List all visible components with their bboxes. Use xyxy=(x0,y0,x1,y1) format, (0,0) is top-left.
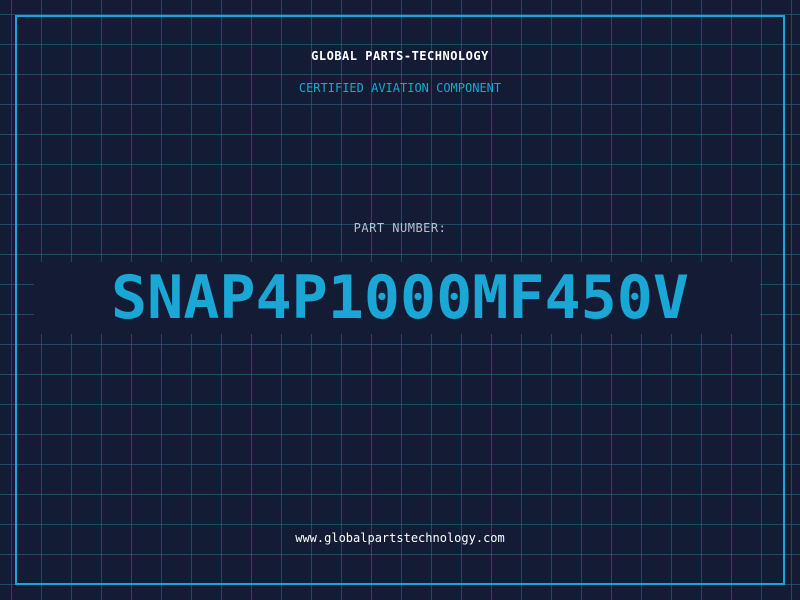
certificate-canvas: GLOBAL PARTS-TECHNOLOGY CERTIFIED AVIATI… xyxy=(0,0,800,600)
website-url: www.globalpartstechnology.com xyxy=(295,531,505,545)
part-number-label: PART NUMBER: xyxy=(353,221,447,235)
brand-title: GLOBAL PARTS-TECHNOLOGY xyxy=(311,49,489,63)
part-number-value: SNAP4P1000MF450V xyxy=(111,263,689,333)
certification-subtitle: CERTIFIED AVIATION COMPONENT xyxy=(298,81,502,95)
